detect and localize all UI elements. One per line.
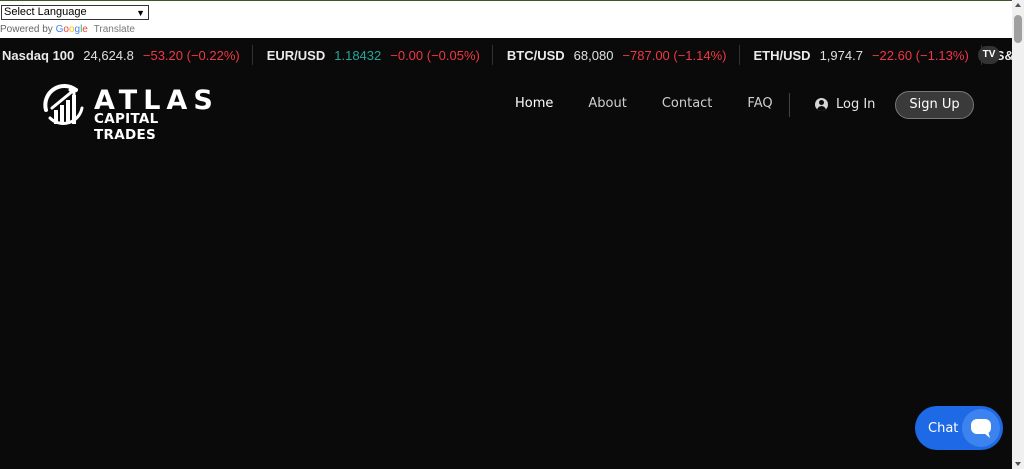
ticker-item[interactable]: BTC/USD 68,080 −787.00 (−1.14%) [505, 45, 740, 65]
scroll-up-arrow-icon[interactable] [1015, 3, 1021, 7]
ticker-change: −0.00 (−0.05%) [390, 47, 480, 63]
language-select[interactable]: Select Language ▼ [1, 5, 149, 20]
translate-link[interactable]: Translate [94, 24, 135, 35]
page-scrollbar[interactable] [1012, 0, 1024, 469]
powered-by-google: Powered by Google Translate [0, 24, 135, 35]
login-label: Log In [836, 97, 876, 112]
nav-about[interactable]: About [588, 96, 626, 111]
powered-by-label: Powered by [0, 24, 53, 35]
google-logo: Google [55, 24, 88, 35]
language-select-label: Select Language [4, 6, 87, 18]
ticker-price: 1,974.7 [819, 47, 863, 63]
ticker-change: −22.60 (−1.13%) [871, 47, 969, 63]
ticker-track: Nasdaq 100 24,624.8 −53.20 (−0.22%) EUR/USD… [0, 38, 1012, 72]
ticker-item[interactable]: Nasdaq 100 24,624.8 −53.20 (−0.22%) [0, 45, 253, 65]
chat-widget-button[interactable]: Chat [915, 406, 1003, 450]
chat-bubble-icon [962, 409, 1000, 447]
user-icon [815, 98, 828, 111]
ticker-symbol: BTC/USD [506, 47, 565, 63]
chart-circle-logo-icon [43, 84, 84, 125]
ticker-price: 1.18432 [334, 47, 382, 63]
nav-contact[interactable]: Contact [662, 96, 713, 111]
ticker-item[interactable]: EUR/USD 1.18432 −0.00 (−0.05%) [265, 45, 493, 65]
main-nav: Home About Contact FAQ [515, 96, 808, 111]
ticker-symbol: ETH/USD [753, 47, 811, 63]
market-ticker: Nasdaq 100 24,624.8 −53.20 (−0.22%) EUR/USD… [0, 38, 1012, 72]
logo-subtitle: CAPITAL TRADES [94, 111, 159, 143]
tradingview-logo-icon[interactable]: TV [978, 46, 1000, 64]
nav-home[interactable]: Home [515, 96, 553, 111]
scrollbar-thumb[interactable] [1014, 15, 1022, 43]
ticker-symbol: Nasdaq 100 [2, 47, 75, 63]
ticker-change: −53.20 (−0.22%) [142, 47, 240, 63]
google-translate-bar: Select Language ▼ Powered by Google Tran… [0, 0, 1012, 38]
nav-divider [789, 93, 790, 117]
ticker-symbol: EUR/USD [266, 47, 326, 63]
scroll-down-arrow-icon[interactable] [1015, 462, 1021, 466]
nav-faq[interactable]: FAQ [747, 96, 772, 111]
ticker-price: 68,080 [573, 47, 614, 63]
chat-label: Chat [928, 421, 959, 436]
site-logo[interactable]: ATLAS CAPITAL TRADES [40, 80, 215, 143]
chevron-down-icon: ▼ [136, 8, 145, 18]
ticker-price: 24,624.8 [83, 47, 134, 63]
ticker-change: −787.00 (−1.14%) [622, 47, 727, 63]
login-link[interactable]: Log In [815, 97, 875, 112]
signup-button[interactable]: Sign Up [895, 91, 974, 119]
ticker-item[interactable]: ETH/USD 1,974.7 −22.60 (−1.13%) [752, 45, 982, 65]
